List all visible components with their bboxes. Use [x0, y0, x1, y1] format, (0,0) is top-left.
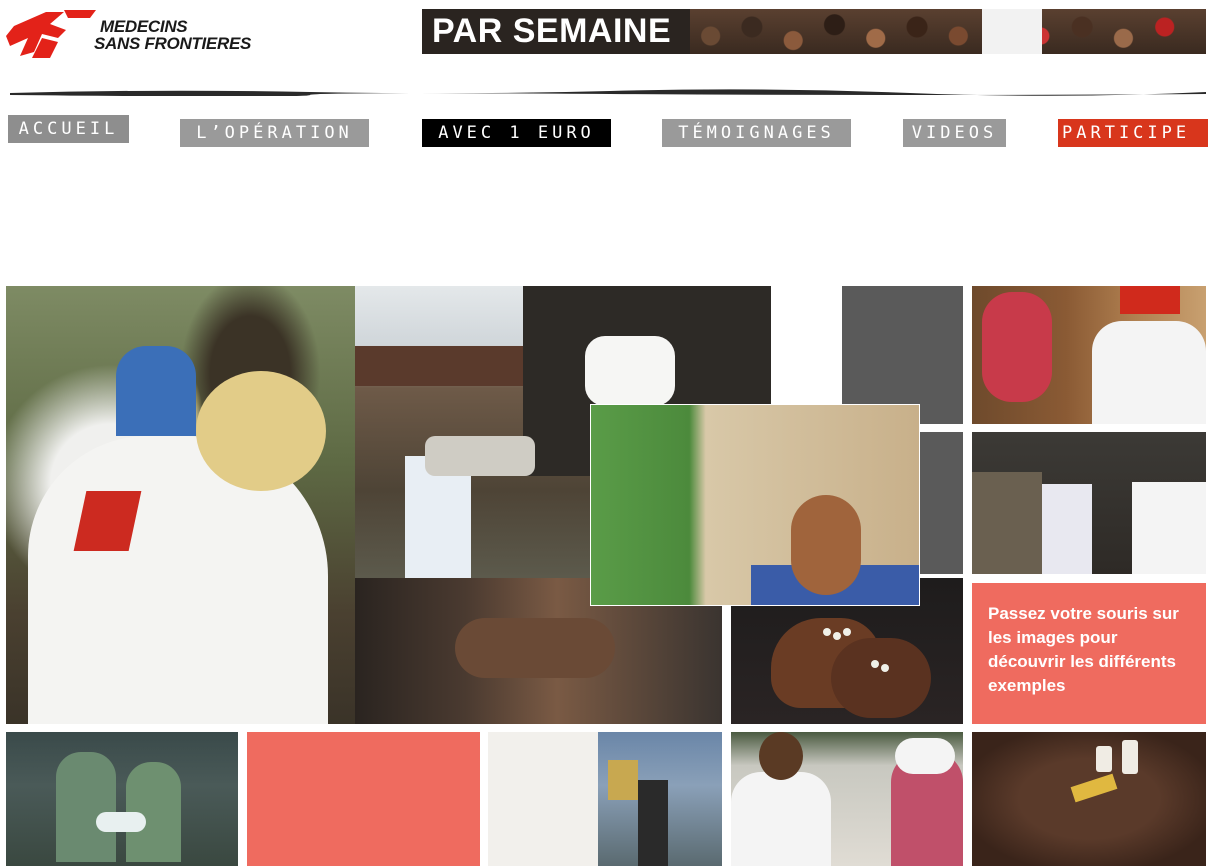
- photo-tile-hiv-group[interactable]: [972, 432, 1206, 574]
- pill-icon: [881, 664, 889, 672]
- photo-detail: [488, 732, 598, 866]
- photo-detail: [425, 436, 535, 476]
- header-banner: PAR SEMAINE: [422, 9, 1206, 54]
- photo-detail: [638, 780, 668, 866]
- photo-detail: [96, 812, 146, 832]
- photo-detail: [608, 760, 638, 800]
- bottle-icon: [1096, 746, 1112, 772]
- photo-detail: [1132, 482, 1206, 574]
- banner-crowd-photo: [690, 9, 1206, 54]
- photo-tile-doctor-with-mother[interactable]: [731, 732, 963, 866]
- photo-detail: [56, 752, 116, 862]
- photo-tile-mother-feeding-child[interactable]: [590, 404, 920, 606]
- nav-temoignages[interactable]: TÉMOIGNAGES: [662, 119, 851, 147]
- photo-detail: [355, 346, 525, 386]
- photo-tile-surgery[interactable]: [6, 732, 238, 866]
- nav-avec-1-euro[interactable]: AVEC 1 EURO: [422, 119, 611, 147]
- pill-icon: [843, 628, 851, 636]
- photo-tile-supply-boxes[interactable]: [488, 732, 722, 866]
- pill-pack-icon: [1070, 773, 1118, 803]
- pill-icon: [833, 632, 841, 640]
- nav-accueil[interactable]: ACCUEIL: [8, 115, 129, 143]
- logo-line-2: SANS FRONTIERES: [94, 34, 252, 53]
- photo-detail: [895, 738, 955, 774]
- photo-detail: [116, 346, 196, 436]
- msf-logo[interactable]: MEDECINS SANS FRONTIERES: [6, 8, 266, 60]
- photo-tile-health-worker[interactable]: [972, 286, 1206, 424]
- nav-participe[interactable]: PARTICIPE: [1058, 119, 1208, 147]
- photo-detail: [196, 371, 326, 491]
- nav-operation[interactable]: L’OPÉRATION: [180, 119, 369, 147]
- msf-running-man-icon: [6, 10, 96, 58]
- photo-detail: [759, 732, 803, 780]
- gray-block-middle: [918, 432, 963, 574]
- banner-msf-shirt: [982, 9, 1042, 54]
- photo-detail: [1120, 286, 1180, 314]
- photo-detail: [1092, 321, 1206, 424]
- photo-detail: [731, 772, 831, 866]
- info-box: Passez votre souris sur les images pour …: [972, 583, 1206, 724]
- nav-videos[interactable]: VIDEOS: [903, 119, 1006, 147]
- brush-divider: [10, 89, 1206, 96]
- photo-detail: [455, 618, 615, 678]
- logo-line-1: MEDECINS: [100, 17, 188, 36]
- photo-detail: [982, 292, 1052, 402]
- photo-detail: [1042, 484, 1092, 574]
- photo-detail: [585, 336, 675, 406]
- msf-logo-text: MEDECINS SANS FRONTIERES: [94, 18, 269, 52]
- photo-detail: [972, 472, 1042, 574]
- photo-detail: [831, 638, 931, 718]
- pill-icon: [823, 628, 831, 636]
- pill-icon: [871, 660, 879, 668]
- banner-title: PAR SEMAINE: [422, 9, 690, 54]
- bottle-icon: [1122, 740, 1138, 774]
- photo-detail: [791, 495, 861, 595]
- hover-instructions: Passez votre souris sur les images pour …: [988, 604, 1179, 695]
- photo-tile-medicines[interactable]: [972, 732, 1206, 866]
- salmon-block: [247, 732, 480, 866]
- photo-tile-nurse[interactable]: [6, 286, 355, 724]
